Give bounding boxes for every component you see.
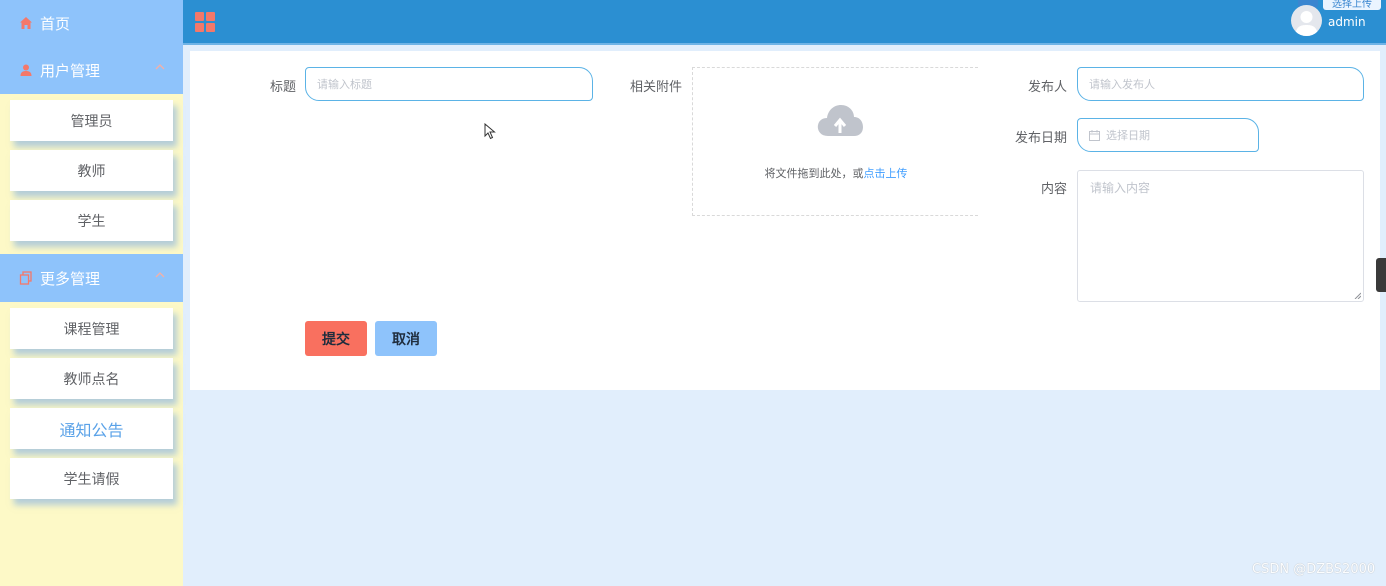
user-management-submenu: 管理员 教师 学生 [0, 94, 183, 254]
sidebar-group-user-management[interactable]: 用户管理 [0, 46, 183, 94]
chevron-up-icon [155, 272, 165, 278]
upload-badge[interactable]: 选择上传 [1323, 0, 1381, 10]
resize-handle-icon[interactable] [1354, 292, 1361, 299]
side-panel-handle[interactable] [1376, 258, 1386, 292]
top-header: 选择上传 admin [183, 0, 1386, 45]
title-label: 标题 [269, 80, 296, 95]
sidebar-item-label: 管理员 [70, 113, 113, 130]
content-label: 内容 [1040, 182, 1067, 197]
publisher-placeholder: 请输入发布人 [1089, 78, 1155, 91]
cloud-upload-icon [817, 105, 863, 136]
title-input[interactable]: 请输入标题 [305, 67, 593, 101]
sidebar-item-admin[interactable]: 管理员 [10, 100, 173, 141]
more-management-submenu: 课程管理 教师点名 通知公告 学生请假 [0, 302, 183, 512]
sidebar-item-student[interactable]: 学生 [10, 200, 173, 241]
sidebar-item-course-management[interactable]: 课程管理 [10, 308, 173, 349]
attachment-label: 相关附件 [629, 80, 682, 95]
content-placeholder: 请输入内容 [1090, 181, 1151, 195]
upload-dropzone[interactable]: 将文件拖到此处，或点击上传 [692, 67, 978, 216]
publisher-input[interactable]: 请输入发布人 [1077, 67, 1364, 101]
user-avatar-icon [1295, 11, 1318, 36]
watermark: CSDN @DZBS2000 [1252, 562, 1376, 577]
sidebar-item-home[interactable]: 首页 [0, 0, 183, 46]
sidebar-item-home-label: 首页 [40, 14, 71, 33]
cancel-button[interactable]: 取消 [375, 321, 437, 356]
upload-hint: 将文件拖到此处，或点击上传 [693, 165, 979, 181]
user-icon [20, 64, 32, 76]
home-icon [20, 17, 32, 29]
submit-button[interactable]: 提交 [305, 321, 367, 356]
date-placeholder: 选择日期 [1106, 129, 1150, 142]
date-picker[interactable]: 选择日期 [1077, 118, 1259, 152]
sidebar-item-student-leave[interactable]: 学生请假 [10, 458, 173, 499]
chevron-up-icon [155, 64, 165, 70]
sidebar-group-more-management-label: 更多管理 [40, 269, 101, 288]
sidebar-item-label: 学生 [77, 213, 106, 230]
sidebar-item-label: 学生请假 [63, 471, 120, 488]
notice-form-panel: 标题 请输入标题 相关附件 将文件拖到此处，或点击上传 发布人 请输入发布人 发… [190, 51, 1380, 390]
calendar-icon [1089, 129, 1100, 141]
click-upload-link[interactable]: 点击上传 [864, 167, 908, 180]
title-placeholder: 请输入标题 [317, 78, 372, 91]
mouse-cursor-icon [484, 123, 496, 140]
sidebar-group-user-management-label: 用户管理 [40, 61, 101, 80]
publisher-label: 发布人 [1027, 80, 1067, 95]
copy-icon [19, 271, 32, 285]
upload-hint-text: 将文件拖到此处，或 [764, 167, 864, 180]
sidebar-item-notice[interactable]: 通知公告 [10, 408, 173, 449]
avatar[interactable] [1291, 5, 1322, 36]
sidebar-item-label: 教师 [77, 163, 106, 180]
sidebar-item-label: 教师点名 [63, 371, 120, 388]
sidebar-item-label: 课程管理 [63, 321, 120, 338]
date-label: 发布日期 [1014, 131, 1067, 146]
sidebar-item-teacher[interactable]: 教师 [10, 150, 173, 191]
sidebar: 首页 用户管理 管理员 教师 学生 更多管理 课程管理 教师点名 通知公告 学生… [0, 0, 183, 586]
sidebar-item-label: 通知公告 [59, 420, 124, 440]
menu-grid-icon[interactable] [195, 12, 215, 32]
user-name[interactable]: admin [1328, 15, 1366, 29]
content-textarea[interactable]: 请输入内容 [1077, 170, 1364, 302]
sidebar-item-teacher-rollcall[interactable]: 教师点名 [10, 358, 173, 399]
sidebar-group-more-management[interactable]: 更多管理 [0, 254, 183, 302]
